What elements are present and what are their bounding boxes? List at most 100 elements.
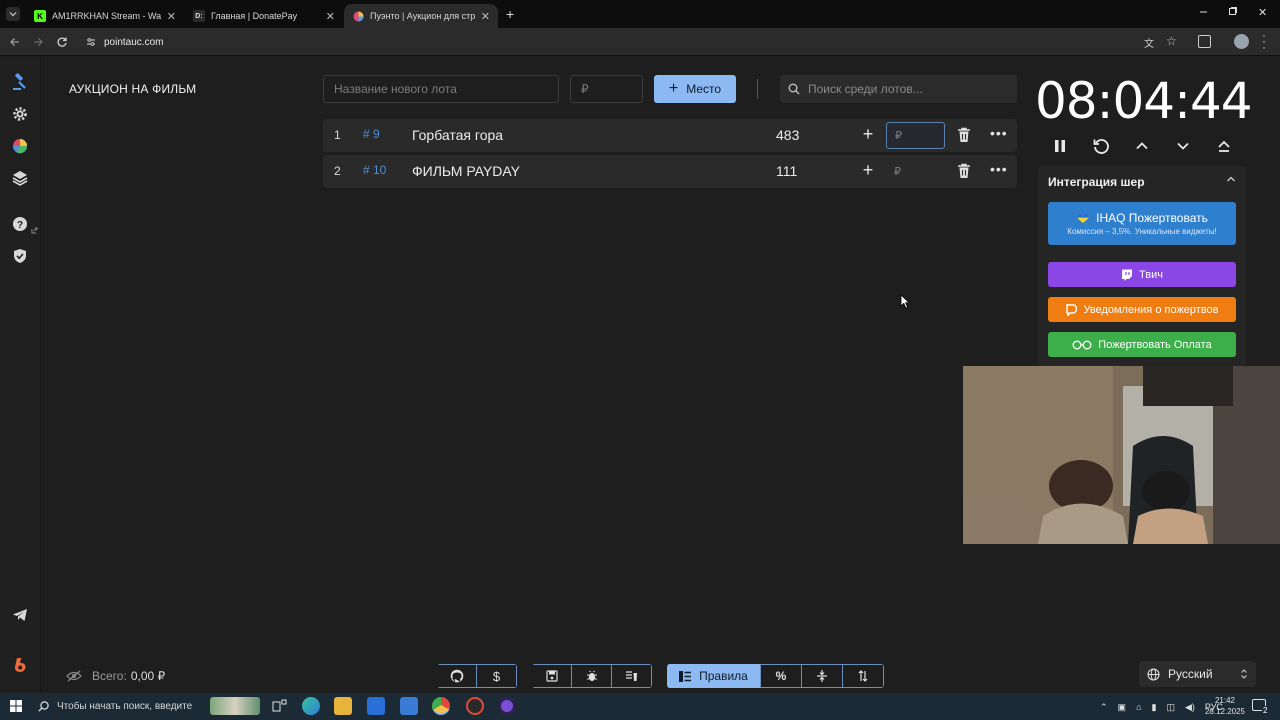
more-options-icon[interactable]: ••• <box>990 161 1008 177</box>
trash-icon[interactable] <box>957 163 971 179</box>
tray-usb-icon[interactable]: ⌂ <box>1136 702 1141 712</box>
shield-check-icon[interactable] <box>10 246 30 266</box>
more-options-icon[interactable]: ••• <box>990 125 1008 141</box>
toolbar-divider <box>757 79 758 99</box>
tray-app-icon[interactable]: ▣ <box>1118 702 1127 713</box>
kick-favicon-icon: K <box>34 10 46 22</box>
rules-label: Правила <box>699 669 748 683</box>
rub-placeholder: ₽ <box>894 166 901 178</box>
app-icon[interactable] <box>498 697 516 715</box>
translate-icon[interactable]: 文 <box>1144 35 1158 50</box>
tray-chevron-icon[interactable]: ⌃ <box>1100 702 1108 713</box>
tab-list-chevron-icon[interactable] <box>6 7 20 21</box>
new-lot-amount-input[interactable]: ₽ <box>570 75 643 103</box>
search-placeholder: Поиск среди лотов... <box>808 82 923 96</box>
close-tab-icon[interactable]: ✕ <box>481 10 490 23</box>
donate-pay-button[interactable]: Пожертвовать Оплата <box>1048 332 1236 357</box>
time-up-chevron-icon[interactable] <box>1132 136 1152 156</box>
layers-icon[interactable] <box>10 168 30 188</box>
rules-button[interactable]: Правила <box>667 664 761 688</box>
obs-icon[interactable] <box>466 697 484 715</box>
save-button[interactable] <box>532 664 572 688</box>
language-select[interactable]: Русский <box>1139 661 1256 687</box>
lot-search-input[interactable]: Поиск среди лотов... <box>780 75 1017 103</box>
edge-browser-icon[interactable] <box>302 697 320 715</box>
reload-icon[interactable] <box>54 34 70 50</box>
percent-button[interactable]: % <box>760 664 802 688</box>
close-tab-icon[interactable]: ✕ <box>167 10 176 23</box>
url-field[interactable]: pointauc.com <box>86 33 163 51</box>
new-tab-plus-icon[interactable]: + <box>506 6 514 22</box>
store-icon[interactable] <box>367 697 385 715</box>
collapse-chevron-icon[interactable] <box>1226 175 1236 183</box>
tab-stream[interactable]: K AM1RRKHAN Stream - Watch L ✕ <box>26 4 184 28</box>
github-button[interactable] <box>437 664 477 688</box>
trash-icon[interactable] <box>957 127 971 143</box>
search-highlight-icon[interactable] <box>210 697 260 715</box>
tab-title: Пуэнто | Аукцион для стриме <box>370 11 475 21</box>
svg-text:?: ? <box>17 220 23 231</box>
twitch-button[interactable]: Твич <box>1048 262 1236 287</box>
browser-tab-bar: K AM1RRKHAN Stream - Watch L ✕ D: Главна… <box>0 0 1280 28</box>
eye-off-icon[interactable] <box>66 670 82 682</box>
browser-menu-icon[interactable]: · · · <box>1262 29 1266 53</box>
clear-list-icon <box>626 671 637 681</box>
pause-icon[interactable] <box>1050 136 1070 156</box>
site-info-icon[interactable] <box>86 37 96 47</box>
tab-donatepay[interactable]: D: Главная | DonatePay ✕ <box>185 4 343 28</box>
minimize-window-icon[interactable] <box>1196 4 1210 18</box>
sort-button[interactable] <box>842 664 884 688</box>
donate-dollar-button[interactable]: $ <box>476 664 517 688</box>
lot-name[interactable]: ФИЛЬМ PAYDAY <box>412 163 520 179</box>
auction-gavel-icon[interactable] <box>10 72 30 92</box>
lot-amount-input[interactable]: ₽ <box>886 158 945 185</box>
clear-list-button[interactable] <box>611 664 652 688</box>
time-down-chevron-icon[interactable] <box>1173 136 1193 156</box>
file-explorer-icon[interactable] <box>334 697 352 715</box>
profile-avatar[interactable] <box>1234 34 1249 49</box>
close-tab-icon[interactable]: ✕ <box>326 10 335 23</box>
tray-volume-icon[interactable]: ◀) <box>1185 702 1195 713</box>
task-view-icon[interactable] <box>270 697 288 715</box>
new-lot-name-placeholder: Название нового лота <box>334 82 457 96</box>
settings-gear-icon[interactable] <box>10 104 30 124</box>
tab-pointauc[interactable]: Пуэнто | Аукцион для стриме ✕ <box>344 4 498 28</box>
add-amount-plus-icon[interactable]: + <box>859 124 877 144</box>
restart-icon[interactable] <box>1091 136 1111 156</box>
add-place-button[interactable]: + Место <box>654 75 736 103</box>
save-icon <box>545 670 558 682</box>
left-sidebar: ? <box>0 57 41 693</box>
new-lot-name-input[interactable]: Название нового лота <box>323 75 559 103</box>
lot-name[interactable]: Горбатая гора <box>412 127 503 143</box>
lot-amount: 111 <box>776 163 798 179</box>
boosty-icon[interactable] <box>10 655 30 675</box>
bug-icon <box>586 670 597 681</box>
integration-panel: Интеграция шер IHAQ Пожертвовать Комисси… <box>1038 166 1246 366</box>
tray-battery-icon[interactable]: ▮ <box>1152 702 1157 713</box>
taskbar-clock[interactable]: 21:42 28.12.2025 <box>1200 695 1250 717</box>
bug-report-button[interactable] <box>571 664 612 688</box>
bookmark-star-icon[interactable]: ☆ <box>1166 34 1177 48</box>
twitch-label: Твич <box>1139 268 1163 281</box>
wheel-icon[interactable] <box>10 136 30 156</box>
compress-button[interactable] <box>801 664 843 688</box>
forward-arrow-icon[interactable] <box>30 34 46 50</box>
help-question-icon[interactable]: ? <box>10 214 30 234</box>
double-up-icon[interactable] <box>1214 136 1234 156</box>
search-icon <box>788 83 800 95</box>
windows-start-icon[interactable] <box>10 700 22 712</box>
chrome-browser-icon[interactable] <box>432 697 450 715</box>
taskbar-search[interactable]: Чтобы начать поиск, введите <box>32 696 206 717</box>
donation-alerts-button[interactable]: Уведомления о пожертвов <box>1048 297 1236 322</box>
tray-network-icon[interactable]: ◫ <box>1166 702 1175 713</box>
donate-ihaq-button[interactable]: IHAQ Пожертвовать Комиссия – 3,5%. Уника… <box>1048 202 1236 245</box>
telegram-icon[interactable] <box>10 605 30 625</box>
language-value: Русский <box>1168 667 1213 681</box>
add-amount-plus-icon[interactable]: + <box>859 160 877 180</box>
restore-window-icon[interactable] <box>1228 6 1238 16</box>
close-window-icon[interactable]: ✕ <box>1258 6 1267 19</box>
lot-amount-input[interactable]: ₽ <box>886 122 945 149</box>
extensions-icon[interactable] <box>1198 35 1211 48</box>
outlook-icon[interactable] <box>400 697 418 715</box>
back-arrow-icon[interactable] <box>7 34 23 50</box>
